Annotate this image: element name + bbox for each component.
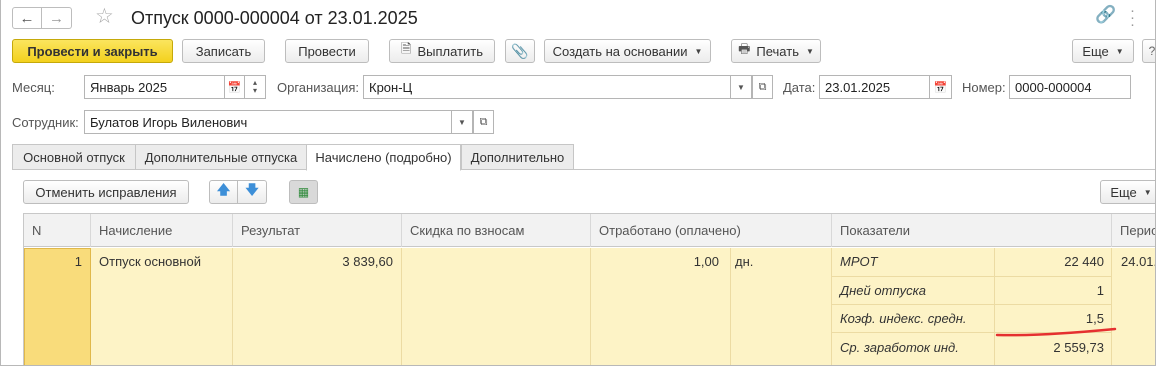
grid-more-button[interactable]: Еще ▼ [1100,180,1155,204]
cell-period: 24.01. [1121,254,1156,269]
paperclip-icon: 📎 [511,42,529,59]
indicator-name: МРОТ [840,254,878,269]
cancel-corrections-button[interactable]: Отменить исправления [23,180,189,204]
favorite-star-icon[interactable]: ☆ [95,4,114,29]
organization-open-button[interactable]: ⧉ [752,75,773,99]
pay-button[interactable]: 🗎 Выплатить [389,39,495,63]
date-calendar-button[interactable]: 📅 [930,75,952,99]
tab-accrued-detailed[interactable]: Начислено (подробно) [306,144,461,171]
arrow-up-icon: 🡅 [216,182,231,197]
employee-open-button[interactable]: ⧉ [473,110,494,134]
spin-down-icon: ▾ [252,86,257,95]
chevron-down-icon: ▼ [737,82,745,92]
document-window: ← → ☆ Отпуск 0000-000004 от 23.01.2025 🔗… [0,0,1156,366]
printer-icon: 🖶 [738,41,751,56]
move-up-button[interactable]: 🡅 [209,180,238,204]
organization-field[interactable]: Крон-Ц [363,75,731,99]
grid-more-label: Еще [1110,184,1137,200]
pay-label: Выплатить [417,43,483,59]
indicator-divider [832,304,1112,305]
employee-dropdown[interactable]: ▼ [452,110,473,134]
date-field[interactable]: 23.01.2025 [819,75,930,99]
back-button[interactable]: ← [12,7,42,29]
chevron-down-icon: ▼ [1143,187,1152,197]
link-icon[interactable]: 🔗 [1095,5,1116,25]
indicator-value: 1,5 [1085,311,1104,326]
arrow-down-icon: 🡇 [245,182,259,197]
cell-worked-unit: дн. [735,254,754,269]
table-header: N Начисление Результат Скидка по взносам… [24,214,1155,247]
column-header-n[interactable]: N [24,214,91,247]
accruals-table: N Начисление Результат Скидка по взносам… [23,213,1156,365]
create-based-label: Создать на основании [552,43,688,59]
arrow-right-icon: → [49,9,64,27]
help-button[interactable]: ? [1142,39,1156,63]
cell-n: 1 [74,254,82,269]
calendar-icon: 📅 [227,81,242,94]
column-header-worked[interactable]: Отработано (оплачено) [591,214,832,247]
more-button[interactable]: Еще ▼ [1072,39,1134,63]
more-label: Еще [1082,43,1109,59]
annotation-underline [995,327,1117,337]
calendar-button[interactable]: 📅 [225,75,245,99]
open-icon: ⧉ [479,115,488,128]
print-button[interactable]: 🖶 Печать ▼ [731,39,821,63]
indicator-value: 1 [1096,283,1104,298]
number-label: Номер: [962,80,1006,95]
forward-button[interactable]: → [42,7,72,29]
number-field[interactable]: 0000-000004 [1009,75,1131,99]
month-spinner[interactable]: ▴ ▾ [245,75,266,99]
add-column-button[interactable]: ▦ [289,180,318,204]
save-button[interactable]: Записать [182,39,265,63]
create-based-on-button[interactable]: Создать на основании ▼ [544,39,711,63]
date-label: Дата: [783,80,816,95]
tab-additional[interactable]: Дополнительно [461,144,574,170]
post-button[interactable]: Провести [285,39,369,63]
chevron-down-icon: ▼ [805,46,814,56]
column-header-accrual[interactable]: Начисление [91,214,233,247]
open-icon: ⧉ [758,80,767,93]
indicator-value: 22 440 [1064,254,1104,269]
employee-label: Сотрудник: [12,115,79,130]
more-vertical-icon[interactable]: · · · [1130,3,1135,32]
tab-additional-vacations[interactable]: Дополнительные отпуска [135,144,307,170]
month-label: Месяц: [12,80,55,95]
indicator-name: Ср. заработок инд. [840,340,959,355]
column-separator [402,248,591,365]
column-header-period[interactable]: Перио [1112,214,1155,247]
chevron-down-icon: ▼ [1115,46,1124,56]
cell-accrual: Отпуск основной [99,254,201,269]
print-label: Печать [756,43,799,59]
cell-result: 3 839,60 [342,254,393,269]
tab-main-vacation[interactable]: Основной отпуск [12,144,136,170]
employee-field[interactable]: Булатов Игорь Виленович [84,110,452,134]
column-header-indicators[interactable]: Показатели [832,214,1112,247]
column-header-result[interactable]: Результат [233,214,402,247]
indicator-divider [832,276,1112,277]
post-and-close-button[interactable]: Провести и закрыть [12,39,173,63]
arrow-left-icon: ← [19,9,35,27]
table-add-icon: ▦ [297,185,310,199]
indicator-name: Дней отпуска [840,283,926,298]
page-title: Отпуск 0000-000004 от 23.01.2025 [131,8,418,28]
organization-dropdown[interactable]: ▼ [731,75,752,99]
cell-worked-value: 1,00 [693,254,719,269]
organization-label: Организация: [277,80,360,95]
move-down-button[interactable]: 🡇 [238,180,267,204]
indicator-value: 2 559,73 [1053,340,1104,355]
chevron-down-icon: ▼ [458,117,466,127]
attach-button[interactable]: 📎 [505,39,535,63]
indicator-name: Коэф. индекс. средн. [840,311,967,326]
column-header-discount[interactable]: Скидка по взносам [402,214,591,247]
month-field[interactable]: Январь 2025 [84,75,225,99]
chevron-down-icon: ▼ [694,46,703,56]
document-icon: 🗎 [401,41,412,56]
calendar-icon: 📅 [933,81,948,94]
help-icon: ? [1148,44,1156,58]
